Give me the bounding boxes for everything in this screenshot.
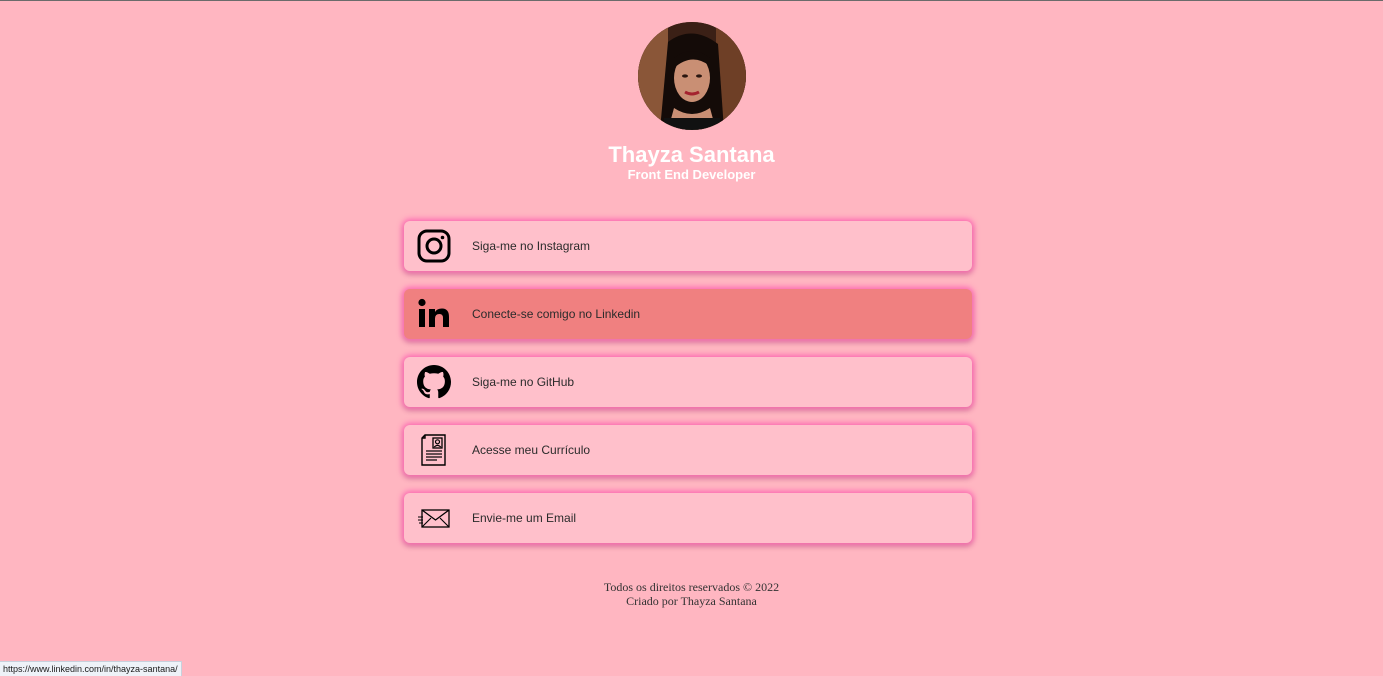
email-icon: [417, 501, 451, 535]
profile-name: Thayza Santana: [608, 142, 775, 167]
avatar: [637, 22, 746, 130]
browser-status-bar: https://www.linkedin.com/in/thayza-santa…: [0, 661, 182, 676]
github-link-label: Siga-me no GitHub: [472, 375, 575, 389]
links-list: Siga-me no Instagram Conecte-se comigo n…: [404, 221, 972, 561]
resume-link-label: Acesse meu Currículo: [472, 443, 591, 457]
linkedin-link[interactable]: Conecte-se comigo no Linkedin: [404, 289, 972, 339]
github-link[interactable]: Siga-me no GitHub: [404, 357, 972, 407]
linkedin-icon: [417, 297, 451, 331]
resume-icon: [417, 433, 451, 467]
instagram-link[interactable]: Siga-me no Instagram: [404, 221, 972, 271]
profile-photo-icon: [637, 22, 746, 130]
instagram-icon: [417, 229, 451, 263]
footer-copyright: Todos os direitos reservados © 2022: [603, 580, 780, 594]
email-link-label: Envie-me um Email: [472, 511, 577, 525]
footer: Todos os direitos reservados © 2022 Cria…: [0, 580, 1383, 608]
instagram-link-label: Siga-me no Instagram: [472, 239, 591, 253]
email-link[interactable]: Envie-me um Email: [404, 493, 972, 543]
linkedin-link-label: Conecte-se comigo no Linkedin: [472, 307, 641, 321]
github-icon: [417, 365, 451, 399]
profile-header: Thayza Santana Front End Developer: [0, 22, 1383, 183]
resume-link[interactable]: Acesse meu Currículo: [404, 425, 972, 475]
footer-credit: Criado por Thayza Santana: [626, 594, 757, 608]
profile-role: Front End Developer: [627, 167, 756, 182]
